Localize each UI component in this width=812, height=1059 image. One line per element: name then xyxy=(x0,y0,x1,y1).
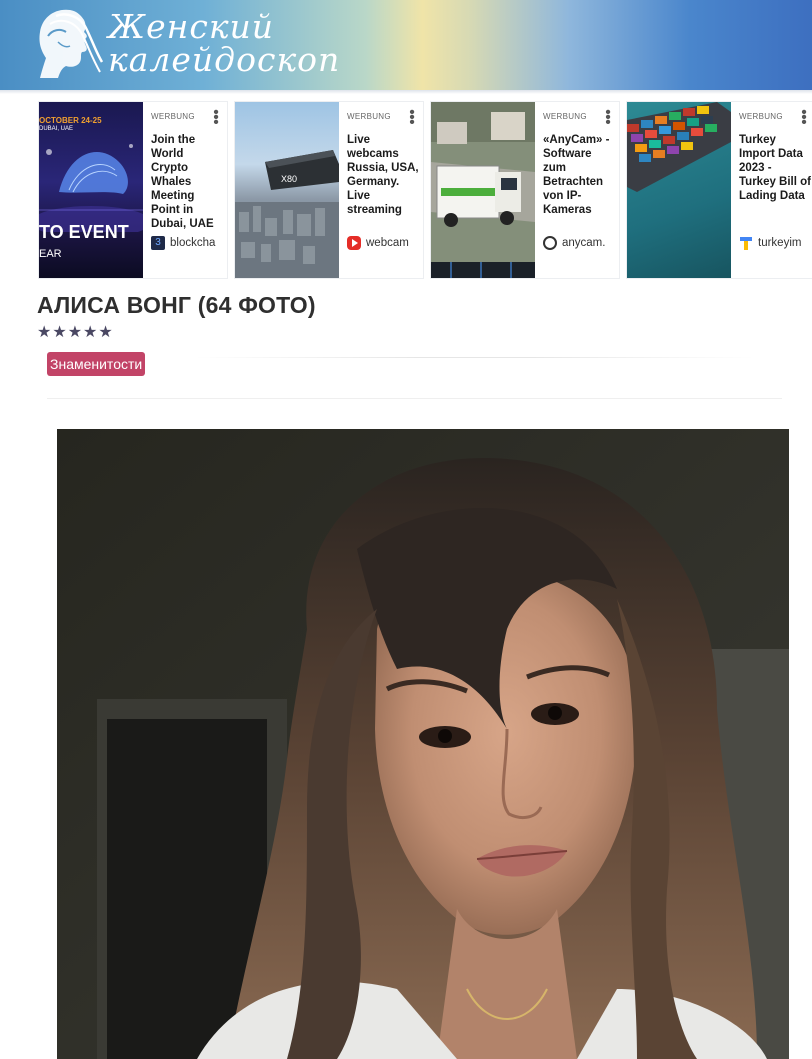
more-options-icon[interactable]: • • • xyxy=(409,105,415,131)
ad-card-anycam[interactable]: WERBUNG «AnyCam» - Software zum Betracht… xyxy=(430,101,620,279)
ad-title[interactable]: Live webcams Russia, USA, Germany. Live … xyxy=(347,133,419,217)
logo-line-1: Женский xyxy=(108,7,275,46)
ad-card-turkey-import[interactable]: WERBUNG Turkey Import Data 2023 - Turkey… xyxy=(626,101,812,279)
ad-source[interactable]: turkeyim xyxy=(739,236,812,250)
ad-source-label: anycam. xyxy=(562,237,606,249)
more-options-icon[interactable]: • • • xyxy=(213,105,219,131)
ad-title[interactable]: Turkey Import Data 2023 - Turkey Bill of… xyxy=(739,133,811,203)
ad-image-year: EAR xyxy=(39,248,62,260)
page-title: АЛИСА ВОНГ (64 ФОТО) xyxy=(37,292,316,318)
logo-text: Женский калейдоскоп xyxy=(108,10,340,76)
ad-source[interactable]: 3 blockcha xyxy=(151,236,227,250)
article-photo[interactable] xyxy=(57,429,789,1059)
turkeyimport-logo-icon xyxy=(739,236,753,250)
site-logo[interactable]: Женский калейдоскоп xyxy=(36,6,339,82)
ad-text: WERBUNG Live webcams Russia, USA, German… xyxy=(347,112,419,217)
whale-stage-illustration xyxy=(39,144,143,232)
camera-label: X80 xyxy=(281,174,297,184)
portrait-image xyxy=(57,429,789,1059)
more-options-icon[interactable]: • • • xyxy=(801,105,807,131)
ad-source[interactable]: webcam xyxy=(347,236,423,250)
more-options-icon[interactable]: • • • xyxy=(605,105,611,131)
city-webcam-illustration: X80 xyxy=(235,150,339,278)
ad-image xyxy=(431,102,535,278)
anycam-logo-icon xyxy=(543,236,557,250)
divider xyxy=(195,357,755,358)
ad-text: WERBUNG Join the World Crypto Whales Mee… xyxy=(151,112,223,231)
ad-source[interactable]: anycam. xyxy=(543,236,619,250)
ad-source-label: blockcha xyxy=(170,237,216,249)
rating-stars[interactable]: ★★★★★ xyxy=(37,322,114,342)
ad-image-date: OCTOBER 24-25 xyxy=(39,116,102,125)
site-header: Женский калейдоскоп xyxy=(0,0,812,90)
logo-line-2: калейдоскоп xyxy=(108,40,341,79)
youtube-play-icon xyxy=(347,236,361,250)
blockchain-source-icon: 3 xyxy=(151,236,165,250)
divider xyxy=(47,398,782,399)
woman-profile-logo-icon xyxy=(39,9,104,79)
ad-image: OCTOBER 24-25 DUBAI, UAE TO EVENT EAR xyxy=(39,102,143,278)
container-ship-illustration xyxy=(627,102,731,192)
ad-title[interactable]: Join the World Crypto Whales Meeting Poi… xyxy=(151,133,223,231)
ad-title[interactable]: «AnyCam» - Software zum Betrachten von I… xyxy=(543,133,615,217)
category-tag[interactable]: Знаменитости xyxy=(47,352,146,376)
ad-image xyxy=(627,102,731,278)
ad-image: X80 xyxy=(235,102,339,278)
ad-text: WERBUNG «AnyCam» - Software zum Betracht… xyxy=(543,112,615,217)
ad-image-event: TO EVENT xyxy=(39,222,129,242)
cctv-ambulance-illustration xyxy=(431,102,535,278)
ad-text: WERBUNG Turkey Import Data 2023 - Turkey… xyxy=(739,112,811,203)
ad-card-crypto[interactable]: OCTOBER 24-25 DUBAI, UAE TO EVENT EAR WE… xyxy=(38,101,228,279)
ad-source-label: webcam xyxy=(366,237,409,249)
ad-source-label: turkeyim xyxy=(758,237,802,249)
header-shadow xyxy=(0,90,812,94)
ad-card-webcams[interactable]: X80 WERBUNG Live webcams Russia, USA, Ge… xyxy=(234,101,424,279)
